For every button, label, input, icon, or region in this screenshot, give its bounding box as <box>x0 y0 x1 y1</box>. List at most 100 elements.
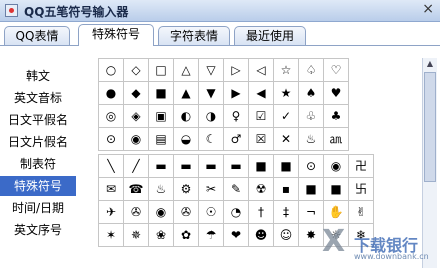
symbol-cell[interactable]: ◎ <box>98 104 124 128</box>
symbol-cell[interactable]: ‡ <box>273 200 299 224</box>
sidebar-item-box-drawing[interactable]: 制表符 <box>0 154 76 174</box>
symbol-cell[interactable]: ◑ <box>198 104 224 128</box>
scroll-up-icon[interactable]: ▲ <box>423 58 437 70</box>
sidebar-item-korean[interactable]: 韩文 <box>0 66 76 86</box>
symbol-cell[interactable]: ✉ <box>98 177 124 201</box>
symbol-cell[interactable]: ✸ <box>298 223 324 247</box>
symbol-cell[interactable]: ☑ <box>248 104 274 128</box>
symbol-cell[interactable]: ▬ <box>173 154 199 178</box>
symbol-cell[interactable]: ♨ <box>298 127 324 151</box>
symbol-cell[interactable]: ㏂ <box>323 127 349 151</box>
symbol-cell[interactable]: ✂ <box>198 177 224 201</box>
symbol-cell[interactable]: ▬ <box>148 154 174 178</box>
symbol-cell[interactable]: ♥ <box>323 81 349 105</box>
symbol-cell[interactable]: ◇ <box>123 58 149 82</box>
sidebar-item-katakana[interactable]: 日文片假名 <box>0 132 76 152</box>
symbol-cell[interactable]: ♂ <box>223 127 249 151</box>
sidebar-item-phonetic[interactable]: 英文音标 <box>0 88 76 108</box>
symbol-cell[interactable]: ◒ <box>173 127 199 151</box>
symbol-cell[interactable]: ▬ <box>198 154 224 178</box>
symbol-cell[interactable]: ♀ <box>223 104 249 128</box>
symbol-cell[interactable]: ✌ <box>348 200 374 224</box>
symbol-cell[interactable]: ╱ <box>123 154 149 178</box>
symbol-cell[interactable]: ◆ <box>123 81 149 105</box>
symbol-cell[interactable]: ⊙ <box>98 127 124 151</box>
symbol-cell[interactable]: 卐 <box>348 177 374 201</box>
symbol-cell[interactable]: ▣ <box>148 104 174 128</box>
symbol-cell[interactable]: ✕ <box>273 127 299 151</box>
symbol-cell[interactable]: ¬ <box>298 200 324 224</box>
tab-qq-emoji[interactable]: QQ表情 <box>4 26 70 46</box>
symbol-cell[interactable]: ● <box>98 81 124 105</box>
tab-special-symbols[interactable]: 特殊符号 <box>78 24 154 46</box>
symbol-cell[interactable]: ☎ <box>123 177 149 201</box>
symbol-cell[interactable]: ▶ <box>223 81 249 105</box>
symbol-cell[interactable]: ■ <box>148 81 174 105</box>
symbol-cell[interactable]: ✇ <box>123 200 149 224</box>
symbol-cell[interactable]: ♤ <box>298 58 324 82</box>
symbol-cell[interactable]: ♣ <box>323 104 349 128</box>
symbol-cell[interactable]: ◉ <box>123 127 149 151</box>
symbol-cell[interactable]: ▷ <box>223 58 249 82</box>
sidebar-item-special-symbols[interactable]: 特殊符号 <box>0 176 76 196</box>
symbol-cell[interactable]: ◔ <box>223 200 249 224</box>
symbol-cell[interactable]: ✶ <box>98 223 124 247</box>
symbol-cell[interactable]: ▤ <box>148 127 174 151</box>
symbol-cell[interactable]: ❀ <box>148 223 174 247</box>
symbol-cell[interactable]: ♠ <box>298 81 324 105</box>
symbol-cell[interactable]: ■ <box>248 154 274 178</box>
close-button[interactable]: × <box>422 1 434 17</box>
symbol-cell[interactable]: ✎ <box>223 177 249 201</box>
symbol-cell[interactable]: ♡ <box>323 58 349 82</box>
symbol-cell[interactable]: ◈ <box>123 104 149 128</box>
symbol-cell[interactable]: △ <box>173 58 199 82</box>
symbol-cell[interactable]: ☢ <box>248 177 274 201</box>
symbol-cell[interactable]: ★ <box>273 81 299 105</box>
symbol-cell[interactable]: ✿ <box>173 223 199 247</box>
sidebar-item-english-ordinals[interactable]: 英文序号 <box>0 220 76 240</box>
symbol-cell[interactable]: ◁ <box>248 58 274 82</box>
symbol-cell[interactable]: ✵ <box>123 223 149 247</box>
symbol-cell[interactable]: ⚙ <box>173 177 199 201</box>
symbol-cell[interactable]: ✇ <box>173 200 199 224</box>
tab-recently-used[interactable]: 最近使用 <box>234 26 306 46</box>
symbol-cell[interactable]: ◉ <box>323 154 349 178</box>
symbol-cell[interactable]: ▪ <box>273 177 299 201</box>
symbol-cell[interactable]: ▼ <box>198 81 224 105</box>
symbol-cell[interactable]: ✓ <box>273 104 299 128</box>
app-icon <box>5 4 18 17</box>
symbol-cell[interactable]: † <box>248 200 274 224</box>
symbol-cell[interactable]: ♨ <box>148 177 174 201</box>
symbol-cell[interactable]: ⊙ <box>298 154 324 178</box>
symbol-cell[interactable]: ☺ <box>273 223 299 247</box>
symbol-cell[interactable]: ▬ <box>223 154 249 178</box>
sidebar-item-hiragana[interactable]: 日文平假名 <box>0 110 76 130</box>
symbol-cell[interactable]: ☾ <box>198 127 224 151</box>
symbol-cell[interactable]: ☒ <box>248 127 274 151</box>
symbol-cell[interactable]: ◉ <box>148 200 174 224</box>
symbol-cell[interactable]: ○ <box>98 58 124 82</box>
tab-character-emoticons[interactable]: 字符表情 <box>158 26 230 46</box>
symbol-cell[interactable]: ◀ <box>248 81 274 105</box>
symbol-cell[interactable]: ✈ <box>98 200 124 224</box>
symbol-cell[interactable]: ╲ <box>98 154 124 178</box>
sidebar-item-time-date[interactable]: 时间/日期 <box>0 198 76 218</box>
symbol-cell[interactable]: ✋ <box>323 200 349 224</box>
symbol-cell[interactable]: ♧ <box>298 104 324 128</box>
symbol-cell[interactable]: ▲ <box>173 81 199 105</box>
symbol-cell[interactable]: ■ <box>323 177 349 201</box>
symbol-cell[interactable]: ◐ <box>173 104 199 128</box>
symbol-cell[interactable]: ☻ <box>248 223 274 247</box>
scroll-thumb[interactable] <box>424 72 436 182</box>
symbol-cell[interactable]: 卍 <box>348 154 374 178</box>
symbol-cell[interactable]: ■ <box>298 177 324 201</box>
category-sidebar: 韩文 英文音标 日文平假名 日文片假名 制表符 特殊符号 时间/日期 英文序号 <box>0 66 76 242</box>
tab-bar: QQ表情 特殊符号 字符表情 最近使用 <box>0 24 440 46</box>
symbol-cell[interactable]: ☂ <box>198 223 224 247</box>
symbol-cell[interactable]: ▽ <box>198 58 224 82</box>
symbol-cell[interactable]: □ <box>148 58 174 82</box>
symbol-cell[interactable]: ☆ <box>273 58 299 82</box>
symbol-cell[interactable]: ☉ <box>198 200 224 224</box>
symbol-cell[interactable]: ❤ <box>223 223 249 247</box>
symbol-cell[interactable]: ■ <box>273 154 299 178</box>
